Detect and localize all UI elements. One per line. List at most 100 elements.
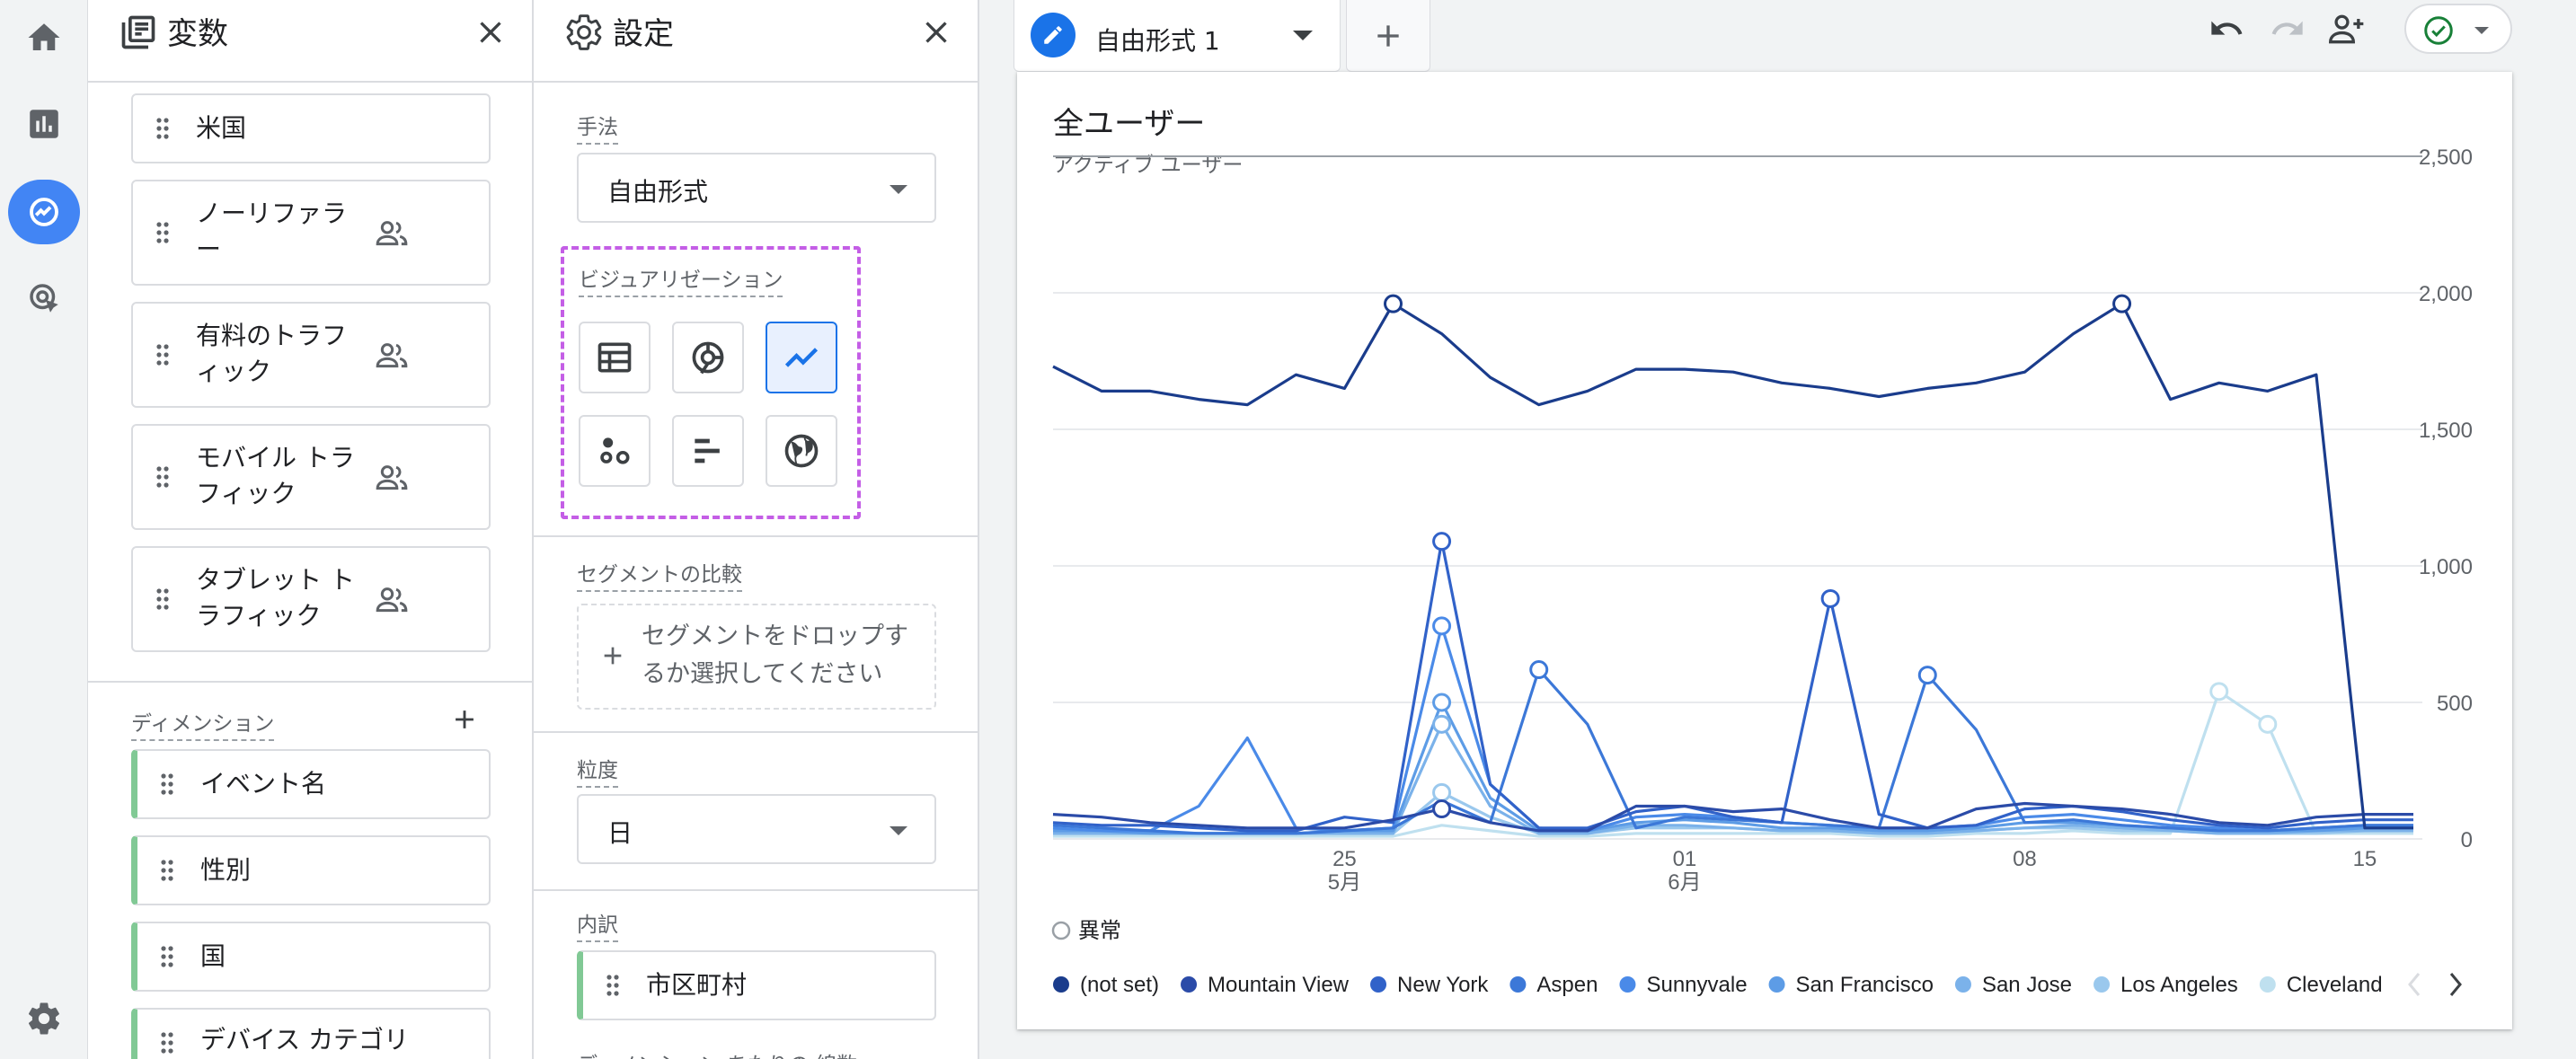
viz-geo-button[interactable] [766, 415, 837, 487]
segment-label: ノーリファラ ー [196, 199, 348, 264]
segment-label: 米国 [196, 113, 247, 143]
settings-panel-title: 設定 [613, 16, 674, 52]
drag-handle-icon[interactable] [161, 859, 173, 882]
viz-scatter-button[interactable] [579, 415, 651, 487]
reports-icon [30, 110, 58, 138]
viz-donut-button[interactable] [672, 322, 744, 393]
legend-label: Aspen [1536, 973, 1598, 997]
dimension-card[interactable]: デバイス カテゴリ [131, 1008, 491, 1059]
share-icon [2329, 14, 2364, 44]
nav-home-button[interactable] [8, 5, 80, 70]
add-dimension-icon[interactable] [449, 704, 480, 735]
anomaly-point [1384, 294, 1403, 313]
cut-label: ディメンション あたりの 線数 [577, 1047, 857, 1059]
x-tick-month-label: 5月 [1328, 870, 1361, 895]
anomaly-point [1432, 782, 1452, 802]
x-tick-label: 15 [2353, 847, 2377, 871]
x-tick-label: 08 [2013, 847, 2037, 871]
nav-advertising-button[interactable] [8, 266, 80, 331]
users-icon [376, 221, 408, 246]
series-line [1052, 667, 2413, 835]
viz-table-button[interactable] [579, 322, 651, 393]
drag-handle-icon[interactable] [156, 343, 169, 366]
section-divider [534, 535, 978, 537]
users-icon [376, 343, 408, 368]
dimension-card[interactable]: イベント名 [131, 749, 491, 819]
y-tick-label: 0 [2461, 828, 2473, 852]
chevron-down-icon[interactable] [1293, 31, 1313, 40]
segment-card[interactable]: ノーリファラ ー [131, 180, 491, 286]
dimension-label: イベント名 [200, 769, 327, 799]
variables-panel: 変数 米国 ノーリファラ ー 有料のトラフ ィック モバイル トラ フィック タ… [88, 0, 534, 1059]
nav-settings-button[interactable] [8, 986, 80, 1051]
status-button[interactable] [2404, 4, 2512, 54]
drag-handle-icon[interactable] [156, 221, 169, 244]
segment-card[interactable]: モバイル トラ フィック [131, 424, 491, 530]
chevron-left-icon[interactable] [2408, 973, 2421, 996]
technique-value: 自由形式 [607, 177, 709, 207]
breakdown-label: 内訳 [577, 907, 618, 942]
breakdown-dimension-card[interactable]: 市区町村 [577, 950, 936, 1020]
app-root: 変数 米国 ノーリファラ ー 有料のトラフ ィック モバイル トラ フィック タ… [0, 0, 2576, 1059]
dimension-card[interactable]: 国 [131, 922, 491, 992]
segment-drop-zone[interactable]: セグメントをドロップするか選択してください [577, 604, 936, 710]
drag-handle-icon[interactable] [161, 1031, 173, 1055]
viz-bar-button[interactable] [672, 415, 744, 487]
legend-label: Sunnyvale [1646, 973, 1747, 997]
viz-line-button[interactable] [766, 322, 837, 393]
nav-reports-button[interactable] [8, 92, 80, 156]
chevron-right-icon[interactable] [2449, 973, 2462, 996]
anomaly-point [1432, 799, 1452, 819]
legend-swatch [2259, 976, 2276, 993]
gear-icon [566, 14, 602, 50]
dimension-card[interactable]: 性別 [131, 835, 491, 905]
technique-select[interactable]: 自由形式 [577, 153, 936, 223]
y-tick-label: 2,500 [2419, 146, 2473, 170]
settings-panel: 設定 手法 自由形式 ビジュアリゼーション セグメントの比較 セグメントをドロッ… [534, 0, 979, 1059]
explore-icon [30, 198, 58, 226]
drag-handle-icon[interactable] [156, 117, 169, 140]
y-tick-label: 1,500 [2419, 419, 2473, 443]
y-tick-label: 2,000 [2419, 282, 2473, 306]
share-button[interactable] [2325, 7, 2368, 50]
legend-swatch [1370, 976, 1387, 993]
tab-freeform[interactable]: 自由形式 1 [1014, 0, 1341, 72]
dimensions-label: ディメンション [131, 706, 275, 741]
tab-strip: 自由形式 1 [979, 0, 2576, 72]
segment-label: 有料のトラフ ィック [196, 321, 348, 386]
legend-swatch [1619, 976, 1636, 993]
anomaly-point [2112, 294, 2132, 313]
nav-explore-button[interactable] [8, 180, 80, 244]
series-line [1052, 539, 2413, 833]
legend-swatch [1181, 976, 1198, 993]
anomaly-point [1432, 616, 1452, 636]
segment-drop-text: セグメントをドロップするか選択してください [642, 622, 908, 688]
variables-panel-title: 変数 [167, 16, 228, 52]
visualization-section: ビジュアリゼーション [561, 246, 861, 519]
tab-label: 自由形式 1 [1095, 26, 1220, 56]
x-tick-label: 25 [1332, 847, 1357, 871]
drag-handle-icon[interactable] [161, 772, 173, 796]
anomaly-legend-icon [1051, 921, 1071, 940]
close-icon[interactable] [918, 14, 954, 50]
drag-handle-icon[interactable] [156, 587, 169, 611]
drag-handle-icon[interactable] [606, 974, 619, 997]
legend-swatch [2094, 976, 2111, 993]
drag-handle-icon[interactable] [156, 465, 169, 489]
drag-handle-icon[interactable] [161, 945, 173, 968]
segment-card[interactable]: タブレット ト ラフィック [131, 546, 491, 652]
segment-card[interactable]: 有料のトラフ ィック [131, 302, 491, 408]
segment-label: モバイル トラ フィック [196, 443, 355, 508]
chevron-down-icon [890, 185, 907, 194]
library-icon [121, 15, 155, 49]
redo-button[interactable] [2266, 7, 2309, 50]
close-icon[interactable] [473, 14, 509, 50]
anomaly-point [1917, 666, 1937, 685]
segment-card[interactable]: 米国 [131, 93, 491, 163]
series-line [1053, 690, 2413, 838]
granularity-select[interactable]: 日 [577, 794, 936, 864]
plus-icon [604, 647, 622, 665]
legend-label: San Jose [1982, 973, 2072, 997]
add-tab-button[interactable] [1346, 0, 1430, 72]
undo-button[interactable] [2205, 7, 2248, 50]
